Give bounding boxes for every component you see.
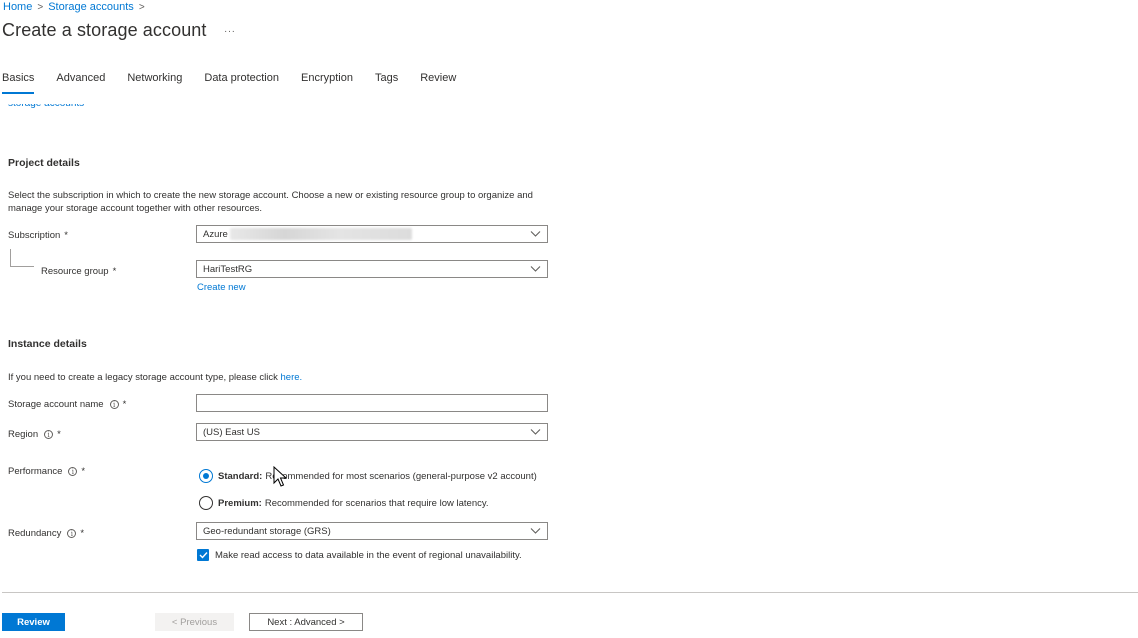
footer-divider — [2, 592, 1138, 593]
region-label: Region i * — [8, 429, 61, 440]
chevron-down-icon — [530, 528, 541, 534]
performance-standard-option[interactable]: Standard: Recommended for most scenarios… — [199, 469, 537, 483]
next-advanced-button[interactable]: Next : Advanced > — [249, 613, 363, 631]
region-value: (US) East US — [203, 426, 261, 438]
subscription-select[interactable]: Azure — [196, 225, 548, 243]
project-details-description: Select the subscription in which to crea… — [8, 189, 568, 215]
chevron-down-icon — [530, 231, 541, 237]
info-icon[interactable]: i — [109, 400, 119, 409]
chevron-right-icon: > — [138, 1, 145, 13]
create-new-link[interactable]: Create new — [197, 282, 246, 293]
storage-account-name-label: Storage account name i * — [8, 399, 126, 410]
resource-group-value: HariTestRG — [203, 263, 253, 275]
mouse-cursor-icon — [273, 466, 287, 487]
legacy-account-text: If you need to create a legacy storage a… — [8, 371, 302, 384]
redundancy-label: Redundancy i * — [8, 528, 84, 539]
performance-label-text: Performance — [8, 466, 63, 477]
resource-group-label: Resource group * — [41, 266, 116, 277]
tree-connector-vertical — [10, 249, 11, 266]
required-marker: * — [112, 266, 117, 277]
required-marker: * — [57, 429, 61, 440]
performance-label: Performance i * — [8, 466, 85, 477]
tab-basics[interactable]: Basics — [2, 72, 35, 94]
review-button[interactable]: Review — [2, 613, 65, 631]
performance-premium-radio[interactable] — [199, 496, 213, 510]
subscription-label: Subscription * — [8, 230, 68, 241]
info-icon[interactable]: i — [68, 467, 78, 476]
project-desc-line1: Select the subscription in which to crea… — [8, 190, 533, 201]
storage-account-name-label-text: Storage account name — [8, 399, 104, 410]
breadcrumb-home[interactable]: Home — [3, 1, 32, 13]
chevron-down-icon — [530, 266, 541, 272]
tab-advanced[interactable]: Advanced — [56, 72, 105, 94]
read-access-label: Make read access to data available in th… — [215, 549, 522, 561]
storage-account-name-input[interactable] — [196, 394, 548, 412]
storage-accounts-link[interactable]: storage accounts — [8, 104, 98, 111]
chevron-right-icon: > — [37, 1, 44, 13]
page-title: Create a storage account — [2, 20, 207, 40]
subscription-value: Azure — [203, 228, 228, 240]
read-access-option[interactable]: Make read access to data available in th… — [197, 549, 522, 561]
resource-group-label-text: Resource group — [41, 266, 109, 277]
project-details-heading: Project details — [8, 157, 80, 169]
redundancy-value: Geo-redundant storage (GRS) — [203, 525, 331, 537]
tab-data-protection[interactable]: Data protection — [204, 72, 279, 94]
breadcrumb: Home > Storage accounts > — [3, 0, 150, 14]
redundancy-label-text: Redundancy — [8, 528, 62, 539]
required-marker: * — [80, 528, 85, 539]
instance-details-heading: Instance details — [8, 338, 87, 350]
read-access-checkbox[interactable] — [197, 549, 209, 561]
tab-review[interactable]: Review — [420, 72, 456, 94]
resource-group-select[interactable]: HariTestRG — [196, 260, 548, 278]
redacted-subscription-name — [229, 228, 412, 240]
region-select[interactable]: (US) East US — [196, 423, 548, 441]
redundancy-select[interactable]: Geo-redundant storage (GRS) — [196, 522, 548, 540]
performance-premium-option[interactable]: Premium: Recommended for scenarios that … — [199, 496, 489, 510]
region-label-text: Region — [8, 429, 39, 440]
required-marker: * — [122, 399, 127, 410]
tab-encryption[interactable]: Encryption — [301, 72, 353, 94]
info-icon[interactable]: i — [67, 529, 77, 538]
standard-bold-label: Standard: — [218, 470, 263, 482]
breadcrumb-storage-accounts[interactable]: Storage accounts — [48, 1, 134, 13]
previous-button[interactable]: < Previous — [155, 613, 234, 631]
checkmark-icon — [199, 552, 208, 559]
more-icon[interactable]: ··· — [224, 26, 236, 37]
required-marker: * — [81, 466, 86, 477]
premium-description: Recommended for scenarios that require l… — [264, 497, 489, 509]
subscription-label-text: Subscription — [8, 230, 61, 241]
info-icon[interactable]: i — [44, 430, 54, 439]
legacy-text: If you need to create a legacy storage a… — [8, 372, 278, 383]
required-marker: * — [64, 230, 68, 241]
tab-networking[interactable]: Networking — [127, 72, 182, 94]
standard-description: Recommended for most scenarios (general-… — [265, 470, 537, 482]
premium-bold-label: Premium: — [218, 497, 262, 509]
chevron-down-icon — [530, 429, 541, 435]
tree-connector-horizontal — [10, 266, 34, 267]
legacy-here-link[interactable]: here. — [281, 372, 303, 383]
project-desc-line2: manage your storage account together wit… — [8, 203, 263, 214]
tab-tags[interactable]: Tags — [375, 72, 398, 94]
tab-bar: Basics Advanced Networking Data protecti… — [2, 72, 478, 96]
performance-standard-radio[interactable] — [199, 469, 213, 483]
